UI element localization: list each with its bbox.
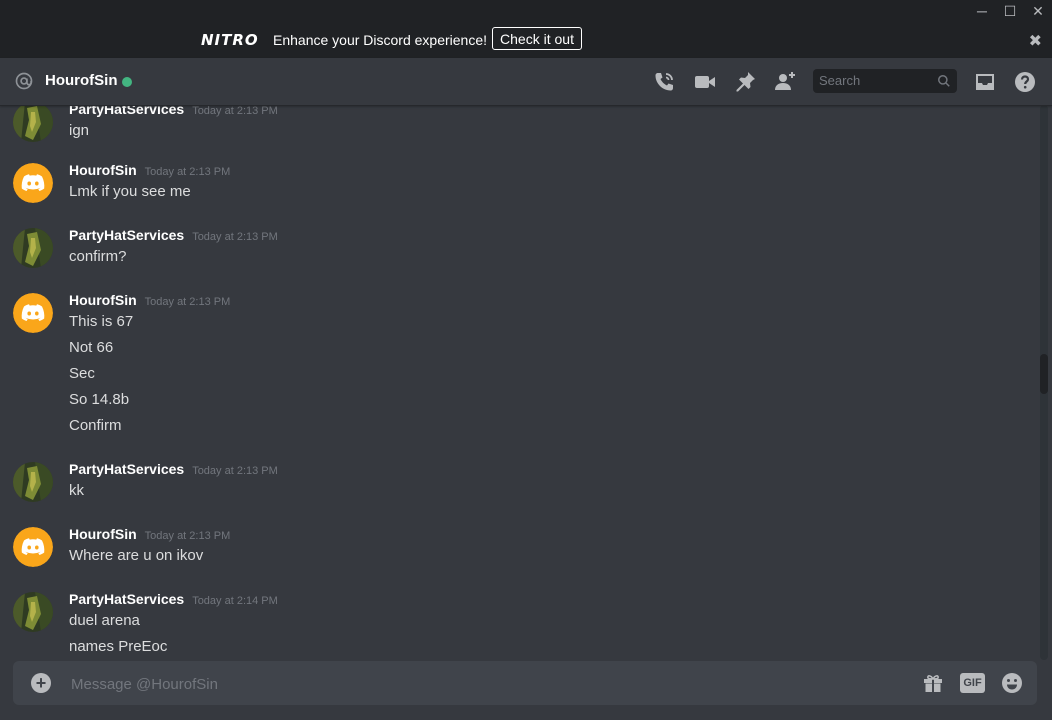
message-line: Confirm [69,417,122,434]
close-banner-button[interactable]: ✖ [1029,31,1042,51]
search-placeholder: Search [819,73,861,88]
message-line: confirm? [69,248,127,265]
nitro-promo-text: Enhance your Discord experience! [273,32,488,48]
message-line: Not 66 [69,339,114,356]
message-timestamp: Today at 2:13 PM [192,105,278,117]
check-it-out-button[interactable]: Check it out [492,27,582,50]
message-line: So 14.8b [69,391,130,408]
message-author[interactable]: PartyHatServices Today at 2:13 PM [69,227,278,243]
author-name[interactable]: HourofSin [69,526,137,542]
author-name[interactable]: PartyHatServices [69,105,184,117]
message-timestamp: Today at 2:13 PM [144,530,231,542]
video-icon[interactable] [693,70,717,94]
user-photo-avatar [13,592,53,632]
user-photo-avatar [13,462,53,502]
avatar[interactable] [13,527,53,567]
help-icon[interactable] [1013,70,1037,94]
maximize-button[interactable]: ☐ [996,0,1024,22]
message-input[interactable] [69,672,893,696]
avatar[interactable] [13,462,53,502]
message-line: This is 67 [69,313,134,330]
author-name[interactable]: HourofSin [69,162,137,178]
message-timestamp: Today at 2:14 PM [192,595,278,607]
add-member-icon[interactable] [773,70,797,94]
message-line: ign [69,122,90,139]
pin-icon[interactable] [733,70,757,94]
search-icon [938,75,950,87]
gif-button[interactable]: GIF [960,673,985,693]
message-author[interactable]: PartyHatServices Today at 2:13 PM [69,105,278,117]
channel-header: HourofSin Search [0,58,1052,106]
message-timestamp: Today at 2:13 PM [144,296,231,308]
message-line: Where are u on ikov [69,547,204,564]
minimize-button[interactable]: ─ [968,0,996,22]
nitro-logo: NITRO [201,31,259,49]
message-author[interactable]: HourofSin Today at 2:13 PM [69,292,230,308]
user-photo-avatar [13,228,53,268]
message-line: Lmk if you see me [69,183,191,200]
discord-avatar-icon [13,293,53,333]
message-composer: + GIF [13,661,1037,705]
message-author[interactable]: HourofSin Today at 2:13 PM [69,526,230,542]
window-controls: ─ ☐ ✕ [968,0,1052,22]
message-list: PartyHatServices Today at 2:13 PM ign Hou… [0,105,1040,660]
message-author[interactable]: PartyHatServices Today at 2:14 PM [69,591,278,607]
message-timestamp: Today at 2:13 PM [192,231,278,243]
gift-icon[interactable] [921,671,945,695]
avatar[interactable] [13,228,53,268]
avatar[interactable] [13,105,53,142]
message-line: kk [69,482,84,499]
author-name[interactable]: PartyHatServices [69,461,184,477]
discord-avatar-icon [13,163,53,203]
dm-user-name: HourofSin [45,72,118,89]
close-window-button[interactable]: ✕ [1024,0,1052,22]
author-name[interactable]: PartyHatServices [69,591,184,607]
search-box[interactable]: Search [813,69,957,93]
message-timestamp: Today at 2:13 PM [192,465,278,477]
discord-avatar-icon [13,527,53,567]
scrollbar-thumb[interactable] [1040,354,1048,394]
call-icon[interactable] [652,70,676,94]
at-icon [15,72,33,90]
avatar[interactable] [13,163,53,203]
add-attachment-button[interactable]: + [31,673,51,693]
message-author[interactable]: HourofSin Today at 2:13 PM [69,162,230,178]
emoji-icon[interactable] [1000,671,1024,695]
avatar[interactable] [13,592,53,632]
avatar[interactable] [13,293,53,333]
online-status-dot [122,77,132,87]
nitro-banner: ─ ☐ ✕ NITRO Enhance your Discord experie… [0,0,1052,58]
author-name[interactable]: HourofSin [69,292,137,308]
message-line: names PreEoc [69,638,168,655]
user-photo-avatar [13,105,53,142]
inbox-icon[interactable] [973,70,997,94]
message-author[interactable]: PartyHatServices Today at 2:13 PM [69,461,278,477]
message-line: duel arena [69,612,140,629]
message-timestamp: Today at 2:13 PM [144,166,231,178]
author-name[interactable]: PartyHatServices [69,227,184,243]
message-line: Sec [69,365,95,382]
